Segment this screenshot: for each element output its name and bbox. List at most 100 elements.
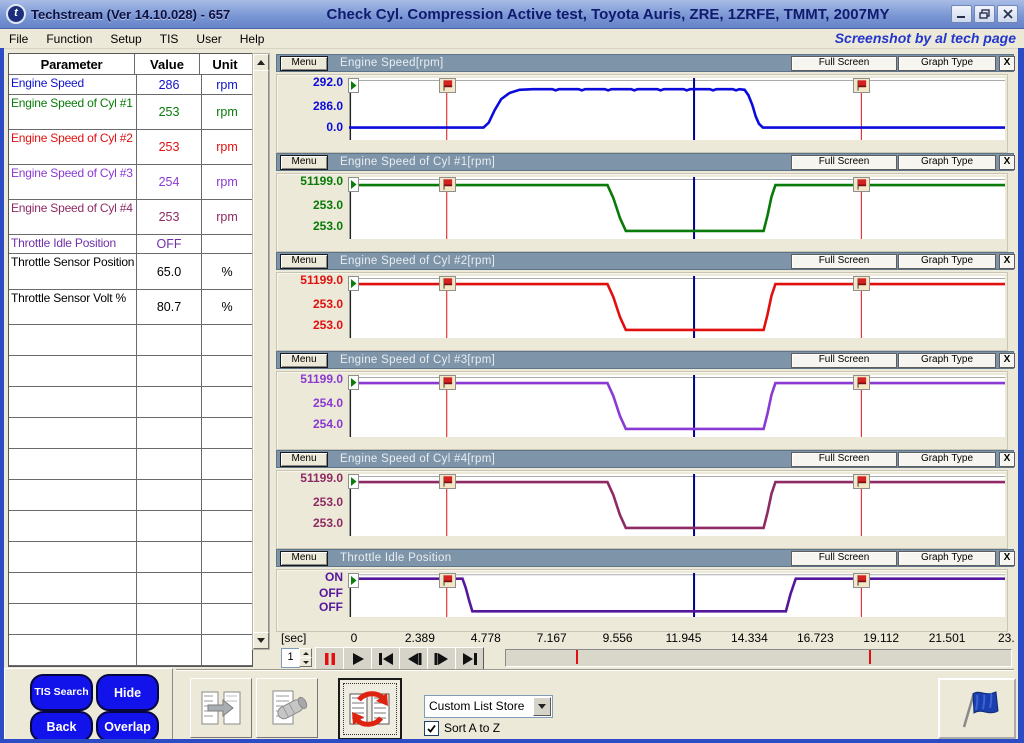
skip-end-button[interactable] <box>455 647 484 670</box>
graph-plot-area[interactable] <box>349 375 1005 437</box>
menu-user[interactable]: User <box>187 31 230 47</box>
graph-close-button[interactable]: X <box>999 353 1015 368</box>
table-row[interactable]: Engine Speed of Cyl #4253rpm <box>9 200 252 235</box>
graph-close-button[interactable]: X <box>999 452 1015 467</box>
close-button[interactable] <box>997 5 1018 23</box>
dropdown-arrow-button[interactable] <box>533 697 551 716</box>
time-tick-label: 16.723 <box>797 631 834 645</box>
hide-button[interactable]: Hide <box>96 674 159 711</box>
y-axis-label: 0.0 <box>277 121 343 134</box>
graph-plot-area[interactable] <box>349 78 1005 140</box>
flag-marker-icon[interactable] <box>853 276 870 291</box>
table-row[interactable]: Throttle Idle PositionOFF <box>9 235 252 254</box>
step-forward-button[interactable] <box>427 647 456 670</box>
parameter-unit: % <box>202 290 252 324</box>
graph-type-button[interactable]: Graph Type <box>898 155 996 170</box>
graph-title: Engine Speed of Cyl #1[rpm] <box>340 156 495 168</box>
full-screen-button[interactable]: Full Screen <box>791 155 897 170</box>
scroll-down-button[interactable] <box>253 632 269 649</box>
graph-plot-area[interactable] <box>349 177 1005 239</box>
menu-function[interactable]: Function <box>37 31 101 47</box>
flag-marker-icon[interactable] <box>853 474 870 489</box>
list-store-dropdown[interactable]: Custom List Store <box>424 695 553 718</box>
flag-position-mark <box>869 650 871 664</box>
flag-marker-icon[interactable] <box>439 375 456 390</box>
graph-close-button[interactable]: X <box>999 155 1015 170</box>
skip-start-button[interactable] <box>371 647 400 670</box>
table-row[interactable]: Engine Speed286rpm <box>9 75 252 95</box>
graph-menu-button[interactable]: Menu <box>280 551 328 566</box>
graph-close-button[interactable]: X <box>999 551 1015 566</box>
overlap-button[interactable]: Overlap <box>96 711 159 742</box>
pause-button[interactable] <box>315 647 344 670</box>
y-axis-label: 253.0 <box>277 496 343 509</box>
parameter-unit: % <box>202 254 252 289</box>
copy-list-button[interactable] <box>190 678 252 738</box>
menu-help[interactable]: Help <box>231 31 274 47</box>
play-button[interactable] <box>343 647 372 670</box>
table-row[interactable]: Engine Speed of Cyl #2253rpm <box>9 130 252 165</box>
graph-menu-button[interactable]: Menu <box>280 452 328 467</box>
full-screen-button[interactable]: Full Screen <box>791 254 897 269</box>
graph-type-button[interactable]: Graph Type <box>898 452 996 467</box>
y-axis-label: 292.0 <box>277 76 343 89</box>
menu-tis[interactable]: TIS <box>151 31 188 47</box>
timeline-scrollbar[interactable] <box>505 649 1012 667</box>
parameter-value: 253 <box>137 200 202 234</box>
scroll-up-button[interactable] <box>253 54 269 71</box>
flag-marker-icon[interactable] <box>439 474 456 489</box>
table-row[interactable]: Throttle Sensor Position65.0% <box>9 254 252 290</box>
full-screen-button[interactable]: Full Screen <box>791 353 897 368</box>
flag-marker-icon[interactable] <box>439 573 456 588</box>
graph-type-button[interactable]: Graph Type <box>898 353 996 368</box>
flag-button[interactable] <box>938 678 1016 739</box>
graph-plot-area[interactable] <box>349 474 1005 536</box>
back-button[interactable]: Back <box>30 711 93 742</box>
close-icon <box>1003 9 1013 19</box>
flag-marker-icon[interactable] <box>439 78 456 93</box>
table-scrollbar[interactable] <box>252 53 270 650</box>
blue-flag-icon <box>951 686 1003 732</box>
graph-type-button[interactable]: Graph Type <box>898 56 996 71</box>
graph-close-button[interactable]: X <box>999 56 1015 71</box>
record-list-button[interactable] <box>256 678 318 738</box>
flag-marker-icon[interactable] <box>853 78 870 93</box>
scrollbar-thumb[interactable] <box>253 70 269 633</box>
empty-table-row <box>9 511 252 542</box>
tis-search-button[interactable]: TIS Search <box>30 674 93 711</box>
restore-button[interactable] <box>974 5 995 23</box>
sort-checkbox[interactable] <box>424 721 439 736</box>
graph-panel: MenuEngine Speed of Cyl #4[rpm]Full Scre… <box>276 450 1014 547</box>
parameter-unit <box>202 235 252 253</box>
flag-marker-icon[interactable] <box>439 276 456 291</box>
graph-menu-button[interactable]: Menu <box>280 254 328 269</box>
start-marker-icon <box>348 78 359 93</box>
graph-type-button[interactable]: Graph Type <box>898 551 996 566</box>
flag-marker-icon[interactable] <box>439 177 456 192</box>
flag-marker-icon[interactable] <box>853 573 870 588</box>
swap-list-button[interactable] <box>338 678 402 740</box>
playback-controls: 1 <box>276 647 1014 669</box>
step-back-button[interactable] <box>399 647 428 670</box>
full-screen-button[interactable]: Full Screen <box>791 551 897 566</box>
graph-menu-button[interactable]: Menu <box>280 155 328 170</box>
interval-input[interactable]: 1 <box>281 648 300 668</box>
graph-menu-button[interactable]: Menu <box>280 56 328 71</box>
graph-plot-area[interactable] <box>349 573 1005 617</box>
graph-plot-area[interactable] <box>349 276 1005 338</box>
minimize-button[interactable] <box>951 5 972 23</box>
menu-setup[interactable]: Setup <box>101 31 150 47</box>
flag-marker-icon[interactable] <box>853 375 870 390</box>
table-row[interactable]: Throttle Sensor Volt %80.7% <box>9 290 252 325</box>
table-row[interactable]: Engine Speed of Cyl #3254rpm <box>9 165 252 200</box>
table-row[interactable]: Engine Speed of Cyl #1253rpm <box>9 95 252 130</box>
graph-menu-button[interactable]: Menu <box>280 353 328 368</box>
full-screen-button[interactable]: Full Screen <box>791 56 897 71</box>
menu-file[interactable]: File <box>0 31 37 47</box>
graph-close-button[interactable]: X <box>999 254 1015 269</box>
graph-type-button[interactable]: Graph Type <box>898 254 996 269</box>
flag-marker-icon[interactable] <box>853 177 870 192</box>
play-icon <box>347 652 369 666</box>
interval-down-button[interactable] <box>299 657 312 667</box>
full-screen-button[interactable]: Full Screen <box>791 452 897 467</box>
